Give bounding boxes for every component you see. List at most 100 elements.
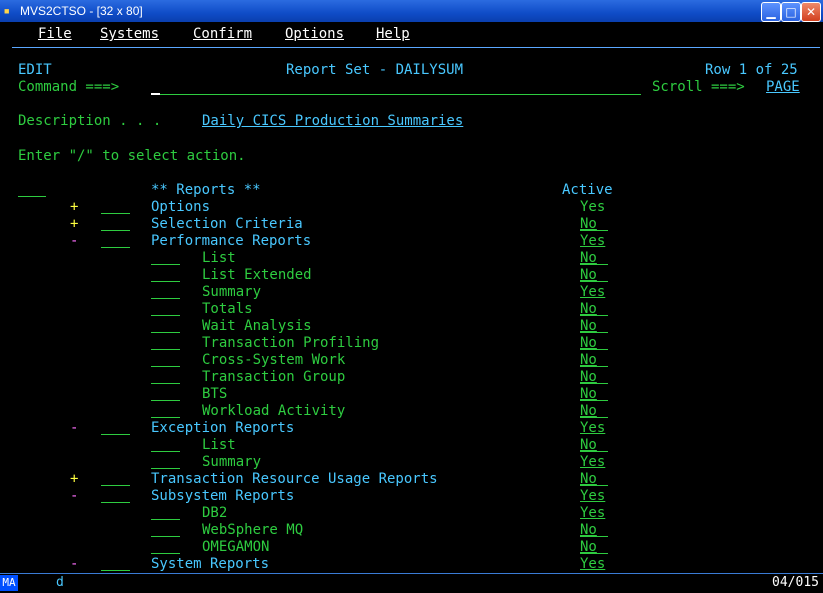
report-name: Summary: [202, 284, 262, 300]
menu-help[interactable]: Help: [376, 26, 410, 42]
report-name: Cross-System Work: [202, 352, 346, 368]
active-value: Yes: [580, 199, 606, 215]
report-name: BTS: [202, 386, 228, 402]
row-select-field[interactable]: [101, 434, 130, 435]
active-field-underline: [580, 451, 608, 452]
report-name: Subsystem Reports: [151, 488, 295, 504]
description-input[interactable]: Daily CICS Production Summaries: [202, 113, 463, 130]
active-value[interactable]: Yes: [580, 454, 605, 471]
report-name: Transaction Group: [202, 369, 346, 385]
row-select-field[interactable]: [151, 451, 180, 452]
report-name: List Extended: [202, 267, 312, 283]
active-field-underline: [580, 315, 608, 316]
row-select-field[interactable]: [101, 230, 130, 231]
active-field-underline: [580, 264, 608, 265]
row-select-field[interactable]: [151, 315, 180, 316]
report-name: Transaction Resource Usage Reports: [151, 471, 438, 487]
report-name: Exception Reports: [151, 420, 295, 436]
terminal-app-icon: ■: [4, 6, 10, 16]
menu-systems[interactable]: Systems: [100, 26, 159, 42]
status-command: d: [56, 575, 64, 590]
collapse-icon[interactable]: -: [70, 488, 78, 505]
menu-divider: [12, 47, 820, 48]
instruction-text: Enter "/" to select action.: [18, 148, 246, 164]
menu-options[interactable]: Options: [285, 26, 344, 42]
row-select-field[interactable]: [151, 281, 180, 282]
row-select-field[interactable]: [151, 417, 180, 418]
report-name: Summary: [202, 454, 262, 470]
row-select-field[interactable]: [151, 332, 180, 333]
active-field-underline: [580, 366, 608, 367]
active-value[interactable]: Yes: [580, 284, 605, 301]
minimize-icon[interactable]: ▁: [761, 2, 781, 22]
window-title: MVS2CTSO - [32 x 80]: [20, 4, 143, 18]
row-info: Row 1 of 25: [705, 62, 798, 78]
menu-file-label: File: [38, 26, 72, 42]
menu-file[interactable]: File: [38, 26, 72, 42]
collapse-icon[interactable]: -: [70, 420, 78, 437]
edit-mode-label: EDIT: [18, 62, 52, 78]
cursor-position: 04/015: [772, 575, 819, 590]
report-name: List: [202, 437, 236, 453]
row-select-field[interactable]: [151, 349, 180, 350]
report-name: Workload Activity: [202, 403, 346, 419]
active-field-underline: [580, 536, 608, 537]
active-value[interactable]: Yes: [580, 488, 605, 505]
row-select-field[interactable]: [151, 298, 180, 299]
reports-column-header: ** Reports **: [151, 182, 261, 198]
row-select-field[interactable]: [151, 383, 180, 384]
row-select-field[interactable]: [151, 264, 180, 265]
report-name: Performance Reports: [151, 233, 312, 249]
active-value[interactable]: Yes: [580, 233, 605, 250]
row-select-field[interactable]: [151, 536, 180, 537]
status-line: MA d 04/015: [0, 573, 823, 593]
report-name: List: [202, 250, 236, 266]
expand-icon[interactable]: +: [70, 471, 78, 488]
report-name: Options: [151, 199, 211, 215]
active-field-underline: [580, 553, 608, 554]
active-field-underline: [580, 349, 608, 350]
row-select-field[interactable]: [101, 213, 130, 214]
collapse-icon[interactable]: -: [70, 233, 78, 250]
row-select-field[interactable]: [151, 366, 180, 367]
menu-options-label: Options: [285, 26, 345, 42]
report-name: DB2: [202, 505, 228, 521]
maximize-icon[interactable]: □: [781, 2, 801, 22]
panel-title: Report Set - DAILYSUM: [286, 62, 464, 78]
report-name: Selection Criteria: [151, 216, 303, 232]
report-name: OMEGAMON: [202, 539, 270, 555]
command-input[interactable]: [151, 94, 641, 95]
command-label: Command ===>: [18, 79, 120, 95]
expand-icon[interactable]: +: [70, 199, 78, 216]
row-select-field[interactable]: [101, 502, 130, 503]
active-value[interactable]: Yes: [580, 420, 605, 437]
row-select-field[interactable]: [151, 400, 180, 401]
collapse-icon[interactable]: -: [70, 556, 78, 573]
row-select-field[interactable]: [151, 519, 180, 520]
row-select-field[interactable]: [101, 485, 130, 486]
report-name: WebSphere MQ: [202, 522, 304, 538]
row-select-field[interactable]: [151, 468, 180, 469]
menu-systems-label: Systems: [100, 26, 160, 42]
report-name: System Reports: [151, 556, 270, 572]
menu-bar: File Systems Confirm Options Help: [0, 22, 823, 46]
menu-confirm[interactable]: Confirm: [193, 26, 252, 42]
row-select-field[interactable]: [101, 247, 130, 248]
active-value[interactable]: Yes: [580, 556, 605, 573]
active-value[interactable]: Yes: [580, 505, 605, 522]
scroll-input[interactable]: PAGE: [766, 79, 800, 96]
row-select-field[interactable]: [151, 553, 180, 554]
active-column-header: Active: [562, 182, 613, 198]
active-field-underline: [580, 230, 608, 231]
report-name: Wait Analysis: [202, 318, 312, 334]
close-icon[interactable]: ✕: [801, 2, 821, 22]
row-select-field[interactable]: [101, 570, 130, 571]
menu-help-label: Help: [376, 26, 410, 42]
scroll-label: Scroll ===>: [652, 79, 745, 95]
active-field-underline: [580, 400, 608, 401]
select-all-field[interactable]: [18, 196, 46, 197]
active-field-underline: [580, 417, 608, 418]
window-title-bar[interactable]: ■ MVS2CTSO - [32 x 80] ▁ □ ✕: [0, 0, 823, 22]
expand-icon[interactable]: +: [70, 216, 78, 233]
report-name: Transaction Profiling: [202, 335, 380, 351]
